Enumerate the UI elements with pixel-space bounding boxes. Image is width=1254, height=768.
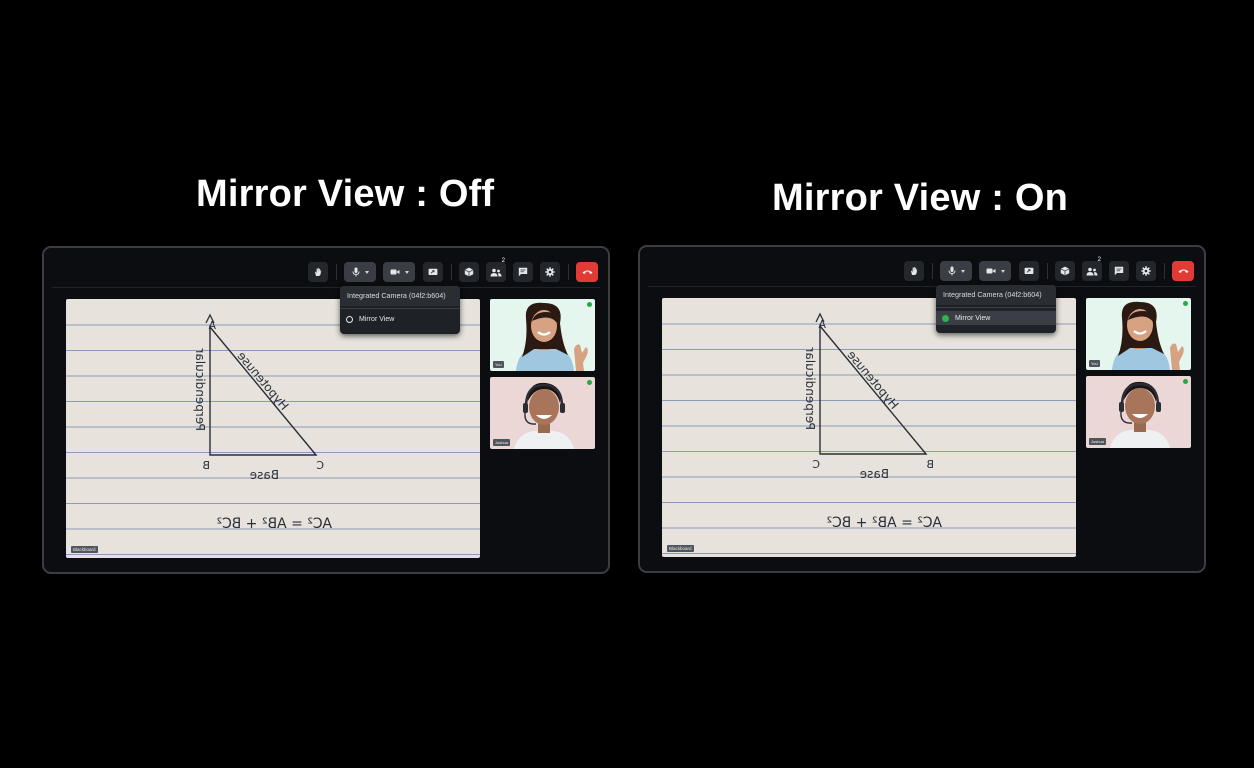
pythagoras-equation: AC² = AB² + BC² — [216, 516, 332, 532]
participant-video-you — [1112, 301, 1184, 370]
end-call-icon — [1178, 269, 1188, 273]
whiteboard-name-tag: Blackboard — [667, 545, 694, 552]
participant-name-tag: Joshua — [493, 439, 510, 446]
chat-icon — [518, 267, 528, 277]
vertex-label-right: C — [812, 458, 820, 471]
mirror-view-radio[interactable] — [942, 314, 949, 322]
participants-count-badge: 2 — [1097, 257, 1101, 263]
camera-button[interactable] — [383, 262, 415, 282]
participants-button[interactable]: 2 — [486, 258, 506, 282]
mirror-view-option[interactable]: Mirror View — [936, 311, 1056, 325]
chat-button[interactable] — [513, 262, 533, 282]
pythagoras-equation: AC² = AB² + BC² — [826, 515, 942, 531]
microphone-icon — [352, 267, 359, 277]
side-label-base: Base — [250, 468, 279, 482]
camera-device-option[interactable]: Integrated Camera (04f2:b604) — [936, 285, 1056, 305]
cube-button[interactable] — [459, 262, 479, 282]
participant-tile-you[interactable]: You — [490, 299, 595, 371]
meeting-toolbar: 2 — [44, 258, 608, 284]
raise-hand-icon — [911, 267, 918, 275]
meeting-window-mirror-on: 2 Integrated Camera (04f2:b604) Mirror V… — [638, 245, 1206, 573]
chat-button[interactable] — [1109, 261, 1129, 281]
camera-menu: Integrated Camera (04f2:b604) Mirror Vie… — [936, 285, 1056, 333]
screen-share-button[interactable] — [1019, 261, 1039, 281]
vertex-label-left: C — [316, 459, 324, 472]
side-label-perpendicular: Perpendicular — [193, 348, 207, 431]
participants-icon — [490, 268, 502, 276]
microphone-icon — [948, 266, 955, 276]
participant-tile-joshua[interactable]: Joshua — [490, 377, 595, 449]
vertex-label-right: B — [202, 459, 210, 472]
raise-hand-button[interactable] — [904, 261, 924, 281]
participant-video-you — [516, 302, 588, 371]
settings-button[interactable] — [540, 262, 560, 282]
side-label-base: Base — [860, 467, 889, 481]
vertex-label-left: B — [926, 458, 934, 471]
mirror-view-radio[interactable] — [346, 315, 353, 323]
cube-icon — [1060, 266, 1070, 276]
vertex-label-top: A — [208, 319, 216, 332]
heading-mirror-on: Mirror View : On — [772, 177, 1068, 219]
vertex-label-top: A — [818, 318, 826, 331]
microphone-button[interactable] — [344, 262, 376, 282]
chevron-down-icon[interactable] — [1000, 269, 1005, 273]
screen-share-button[interactable] — [423, 262, 443, 282]
side-label-perpendicular: Perpendicular — [803, 347, 817, 430]
whiteboard-name-tag: Blackboard — [71, 546, 98, 553]
mirror-view-label: Mirror View — [359, 315, 395, 323]
verified-check-icon — [1183, 301, 1188, 306]
verified-check-icon — [587, 302, 592, 307]
participants-icon — [1086, 267, 1098, 275]
heading-mirror-off: Mirror View : Off — [196, 173, 495, 215]
verified-check-icon — [587, 380, 592, 385]
chat-icon — [1114, 266, 1124, 276]
microphone-button[interactable] — [940, 261, 972, 281]
meeting-window-mirror-off: 2 Integrated Camera (04f2:b604) Mirror V… — [42, 246, 610, 574]
shared-whiteboard-video: A B C Hypotenuse Perpendicular Base AC² … — [662, 298, 1076, 557]
side-label-hypotenuse: Hypotenuse — [234, 349, 291, 413]
end-call-button[interactable] — [576, 262, 598, 282]
camera-device-option[interactable]: Integrated Camera (04f2:b604) — [340, 286, 460, 306]
end-call-button[interactable] — [1172, 261, 1194, 281]
meeting-toolbar: 2 — [640, 257, 1204, 283]
settings-button[interactable] — [1136, 261, 1156, 281]
mirror-view-label: Mirror View — [955, 314, 991, 322]
raise-hand-button[interactable] — [308, 262, 328, 282]
gear-icon — [545, 267, 555, 277]
screen-share-icon — [1024, 267, 1034, 274]
participant-tile-you[interactable]: You — [1086, 298, 1191, 370]
chevron-down-icon[interactable] — [364, 270, 369, 274]
camera-icon — [390, 269, 399, 275]
raise-hand-icon — [315, 268, 322, 276]
cube-button[interactable] — [1055, 261, 1075, 281]
chevron-down-icon[interactable] — [960, 269, 965, 273]
participants-button[interactable]: 2 — [1082, 257, 1102, 281]
side-label-hypotenuse: Hypotenuse — [844, 348, 901, 412]
participant-name-tag: You — [493, 361, 504, 368]
participant-tile-joshua[interactable]: Joshua — [1086, 376, 1191, 448]
screen-share-icon — [428, 268, 438, 275]
camera-icon — [986, 268, 995, 274]
whiteboard-paper: A B C Hypotenuse Perpendicular Base AC² … — [662, 312, 1076, 554]
participant-name-tag: Joshua — [1089, 438, 1106, 445]
participants-count-badge: 2 — [501, 258, 505, 264]
participant-name-tag: You — [1089, 360, 1100, 367]
gear-icon — [1141, 266, 1151, 276]
camera-menu: Integrated Camera (04f2:b604) Mirror Vie… — [340, 286, 460, 334]
shared-whiteboard-video: A C B Hypotenuse Perpendicular Base AC² … — [66, 299, 480, 558]
mirror-view-option[interactable]: Mirror View — [340, 312, 460, 326]
cube-icon — [464, 267, 474, 277]
end-call-icon — [582, 270, 592, 274]
verified-check-icon — [1183, 379, 1188, 384]
chevron-down-icon[interactable] — [404, 270, 409, 274]
camera-button[interactable] — [979, 261, 1011, 281]
whiteboard-paper: A C B Hypotenuse Perpendicular Base AC² … — [66, 313, 480, 555]
